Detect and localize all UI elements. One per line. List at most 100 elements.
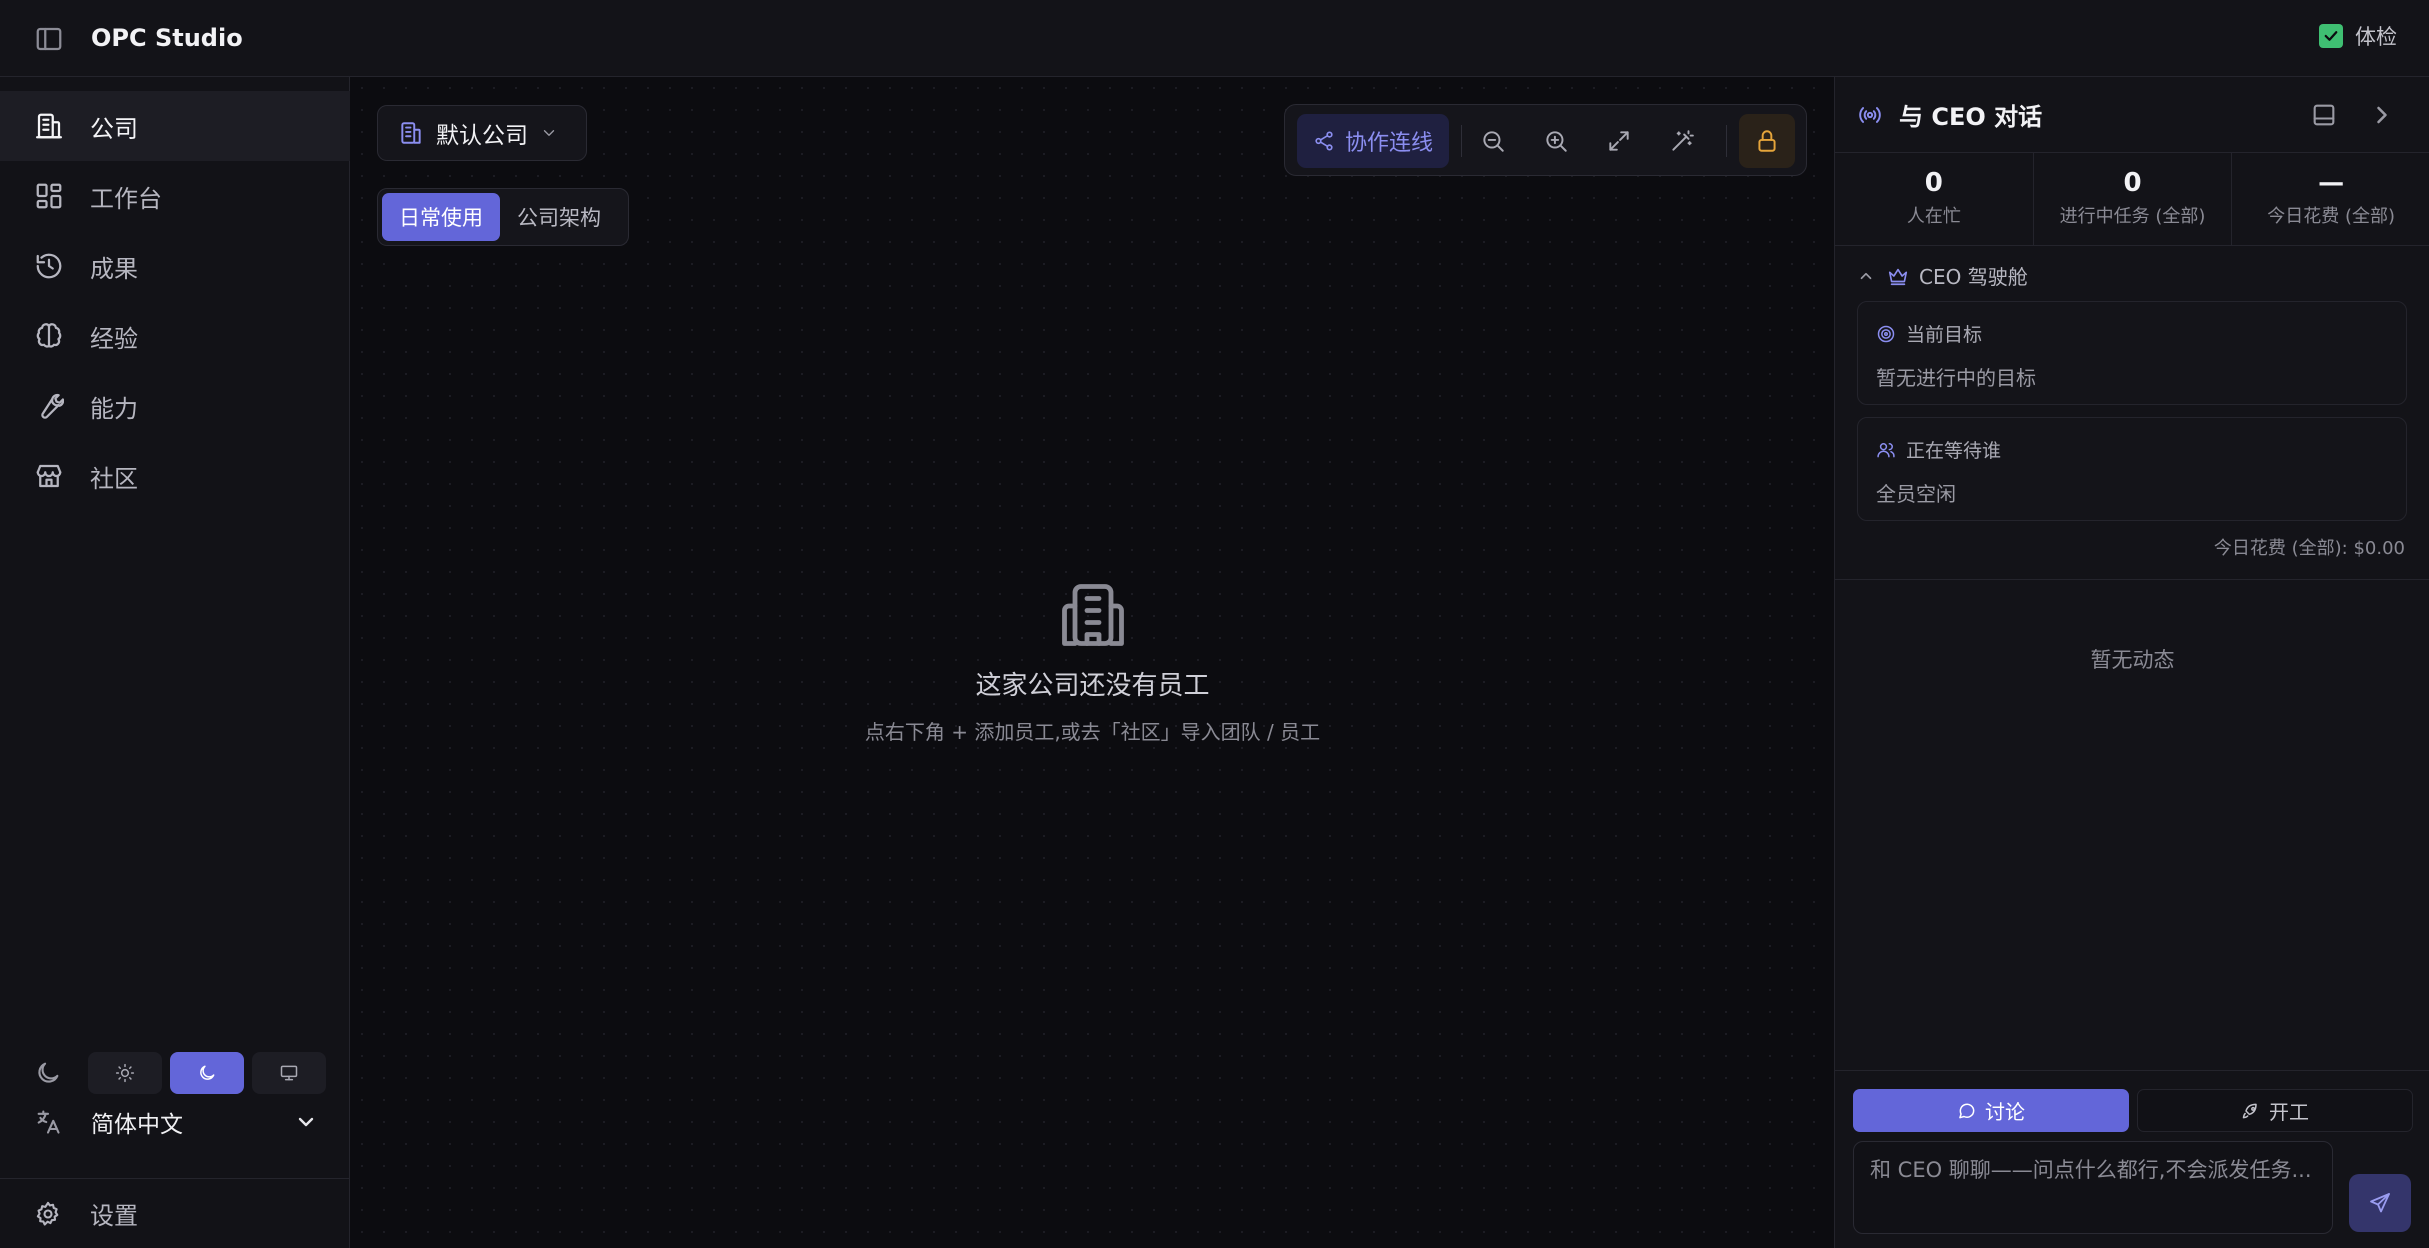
view-tabs: 日常使用 公司架构 [377, 188, 629, 246]
mode-start-work-label: 开工 [2269, 1100, 2309, 1124]
sidebar-item-experience[interactable]: 经验 [0, 301, 350, 371]
brain-icon [36, 323, 62, 348]
current-goal-card: 当前目标 暂无进行中的目标 [1857, 301, 2407, 405]
canvas-toolbar: 协作连线 [1284, 104, 1807, 176]
health-check-toggle[interactable]: 体检 [2319, 21, 2397, 51]
sidebar-item-label: 成果 [90, 254, 138, 283]
toolbar-divider [1726, 125, 1727, 157]
health-check-label: 体检 [2355, 25, 2397, 49]
theme-system-button[interactable] [252, 1052, 326, 1094]
store-icon [36, 464, 62, 488]
empty-state-subtitle: 点右下角 + 添加员工,或去「社区」导入团队 / 员工 [864, 720, 1321, 744]
history-icon [36, 253, 62, 279]
panel-layout-icon[interactable] [2310, 101, 2338, 129]
panel-divider [1835, 579, 2429, 580]
today-spend-line: 今日花费 (全部): $0.00 [2213, 538, 2405, 559]
theme-dark-button[interactable] [170, 1052, 244, 1094]
send-button[interactable] [2349, 1174, 2411, 1232]
stat-label: 人在忙 [1906, 206, 1961, 227]
chevron-up-icon [1860, 272, 1872, 279]
expand-icon [1609, 131, 1629, 151]
building-icon [36, 113, 62, 139]
chevron-down-icon [543, 130, 555, 136]
fit-view-button[interactable] [1601, 123, 1637, 159]
chat-input[interactable]: 和 CEO 聊聊——问点什么都行,不会派发任务... [1853, 1141, 2333, 1234]
wrench-icon [41, 393, 64, 419]
waiting-card: 正在等待谁 全员空闲 [1857, 417, 2407, 521]
cockpit-collapse-toggle[interactable]: CEO 驾驶舱 [1857, 261, 2028, 290]
company-name: 默认公司 [436, 123, 528, 149]
chevron-right-icon[interactable] [2368, 101, 2396, 129]
tab-org-structure[interactable]: 公司架构 [500, 193, 618, 241]
org-canvas[interactable]: 默认公司 日常使用 公司架构 协作连线 这家公司还没有员工 点右下角 + 添加员… [351, 77, 1834, 1248]
card-title: 正在等待谁 [1876, 436, 2388, 463]
users-icon [1877, 442, 1895, 457]
settings-button[interactable]: 设置 [0, 1179, 350, 1248]
empty-state: 这家公司还没有员工 点右下角 + 添加员工,或去「社区」导入团队 / 员工 [351, 579, 1834, 745]
stat-busy: 0 人在忙 [1835, 153, 2034, 245]
translate-icon [37, 1110, 60, 1134]
language-label: 简体中文 [91, 1112, 183, 1138]
chat-bubble-icon [1959, 1103, 1975, 1118]
moon-icon [38, 1062, 59, 1083]
zoom-out-icon [1483, 131, 1504, 152]
mode-start-work-button[interactable]: 开工 [2137, 1089, 2413, 1132]
language-select[interactable]: 简体中文 [0, 1090, 350, 1154]
activity-empty: 暂无动态 [2090, 648, 2175, 672]
current-goal-body: 暂无进行中的目标 [1876, 366, 2036, 390]
tab-daily-use[interactable]: 日常使用 [382, 193, 500, 241]
sidebar-toggle-icon[interactable] [34, 24, 64, 54]
toolbar-divider [1461, 125, 1462, 157]
collab-links-label: 协作连线 [1344, 131, 1433, 156]
share-nodes-icon [1315, 131, 1333, 151]
theme-light-button[interactable] [88, 1052, 162, 1094]
building-icon [1061, 584, 1124, 646]
empty-state-title: 这家公司还没有员工 [975, 671, 1210, 701]
sidebar-item-label: 社区 [90, 464, 138, 493]
sidebar-item-community[interactable]: 社区 [0, 441, 350, 511]
sidebar-item-results[interactable]: 成果 [0, 231, 350, 301]
gear-icon [36, 1201, 59, 1226]
zoom-in-icon [1546, 131, 1567, 152]
current-goal-title: 当前目标 [1906, 324, 1983, 346]
stat-value: 0 [1924, 168, 1943, 198]
stat-label: 今日花费 (全部) [2267, 206, 2396, 227]
sidebar-item-capabilities[interactable]: 能力 [0, 371, 350, 441]
lock-layout-button[interactable] [1739, 114, 1795, 168]
top-bar: OPC Studio 体检 [0, 0, 2429, 77]
monitor-icon [280, 1065, 298, 1081]
checkbox-checked-icon[interactable] [2319, 24, 2343, 48]
ceo-chat-panel: 与 CEO 对话 0 人在忙 0 进行中任务 (全部) — 今日花费 (全部) … [1834, 77, 2429, 1248]
stat-label: 进行中任务 (全部) [2059, 206, 2206, 227]
crown-icon [1888, 268, 1908, 285]
sun-icon [115, 1063, 135, 1083]
zoom-in-button[interactable] [1538, 123, 1574, 159]
collab-links-button[interactable]: 协作连线 [1297, 114, 1449, 168]
sidebar-item-workbench[interactable]: 工作台 [0, 161, 350, 231]
waiting-title: 正在等待谁 [1906, 440, 2002, 462]
sidebar-item-label: 工作台 [90, 184, 162, 213]
stat-value: — [2318, 168, 2345, 198]
stat-value: 0 [2123, 168, 2142, 198]
stat-spend: — 今日花费 (全部) [2232, 153, 2429, 245]
settings-label: 设置 [90, 1202, 138, 1230]
target-icon [1877, 325, 1895, 342]
stats-bar: 0 人在忙 0 进行中任务 (全部) — 今日花费 (全部) [1835, 153, 2429, 246]
sidebar-item-label: 公司 [90, 114, 138, 143]
auto-layout-button[interactable] [1664, 123, 1700, 159]
panel-divider [1835, 1070, 2429, 1071]
rocket-icon [2242, 1103, 2257, 1118]
card-title: 当前目标 [1876, 320, 2388, 347]
company-select[interactable]: 默认公司 [377, 105, 587, 161]
send-icon [2370, 1193, 2390, 1213]
app-title: OPC Studio [91, 24, 243, 52]
waiting-body: 全员空闲 [1876, 482, 1956, 506]
building-icon [401, 122, 421, 144]
mode-discuss-label: 讨论 [1985, 1100, 2025, 1124]
sidebar-item-company[interactable]: 公司 [0, 91, 350, 161]
panel-title: 与 CEO 对话 [1899, 103, 2043, 131]
broadcast-icon [1859, 106, 1881, 123]
zoom-out-button[interactable] [1475, 123, 1511, 159]
mode-discuss-button[interactable]: 讨论 [1853, 1089, 2129, 1132]
chevron-down-icon [298, 1117, 314, 1127]
